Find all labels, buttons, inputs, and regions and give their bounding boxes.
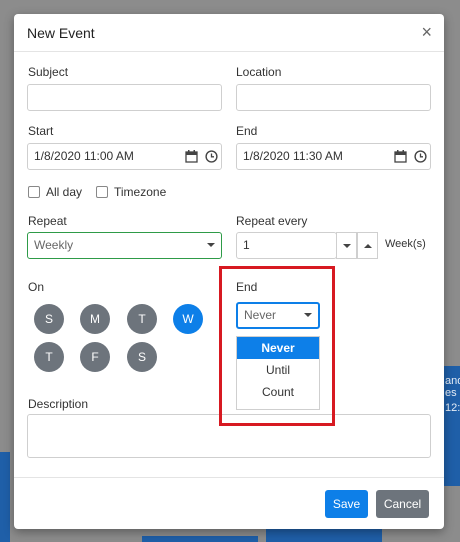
location-input[interactable] (236, 84, 431, 111)
day-wednesday[interactable]: W (173, 304, 203, 334)
end-datetime-value: 1/8/2020 11:30 AM (243, 149, 343, 163)
background-event (266, 529, 382, 542)
background-event (142, 536, 258, 542)
calendar-icon[interactable] (390, 144, 410, 169)
day-thursday[interactable]: T (34, 342, 64, 372)
end-datetime-input[interactable]: 1/8/2020 11:30 AM (236, 143, 431, 170)
repeat-every-input[interactable]: 1 (236, 232, 337, 259)
on-label: On (28, 280, 45, 294)
dialog-title: New Event (27, 25, 95, 41)
calendar-icon[interactable] (181, 144, 201, 169)
repeat-label: Repeat (28, 214, 67, 228)
timezone-label: Timezone (114, 185, 167, 199)
start-label: Start (28, 124, 54, 138)
clock-icon[interactable] (201, 144, 221, 169)
day-saturday[interactable]: S (127, 342, 157, 372)
cancel-button[interactable]: Cancel (376, 490, 429, 518)
repeat-value: Weekly (34, 238, 74, 252)
start-picker-icons (181, 144, 221, 169)
dialog-footer: Save Cancel (14, 477, 444, 529)
chevron-down-icon (207, 243, 215, 247)
all-day-label: All day (46, 185, 83, 199)
location-label: Location (236, 65, 282, 79)
background-event (0, 452, 10, 542)
save-button[interactable]: Save (325, 490, 368, 518)
chevron-down-icon (342, 243, 351, 248)
day-tuesday[interactable]: T (127, 304, 157, 334)
chevron-up-icon (363, 243, 372, 248)
description-label: Description (28, 397, 89, 411)
subject-input[interactable] (27, 84, 222, 111)
repeat-dropdown[interactable]: Weekly (27, 232, 222, 259)
day-friday[interactable]: F (80, 342, 110, 372)
repeat-every-unit: Week(s) (385, 238, 426, 250)
subject-label: Subject (28, 65, 69, 79)
start-datetime-value: 1/8/2020 11:00 AM (34, 149, 134, 163)
day-sunday[interactable]: S (34, 304, 64, 334)
day-monday[interactable]: M (80, 304, 110, 334)
repeat-every-decrement[interactable] (336, 232, 357, 259)
repeat-every-increment[interactable] (357, 232, 378, 259)
end-label: End (236, 124, 258, 138)
timezone-checkbox[interactable] (96, 186, 108, 198)
start-datetime-input[interactable]: 1/8/2020 11:00 AM (27, 143, 222, 170)
close-icon[interactable]: × (421, 23, 432, 41)
repeat-every-label: Repeat every (236, 214, 308, 228)
highlight-annotation (219, 266, 335, 426)
background-event-text: and es 12: (445, 375, 460, 414)
dialog-header: New Event × (14, 14, 444, 52)
all-day-checkbox[interactable] (28, 186, 40, 198)
clock-icon[interactable] (410, 144, 430, 169)
end-picker-icons (390, 144, 430, 169)
